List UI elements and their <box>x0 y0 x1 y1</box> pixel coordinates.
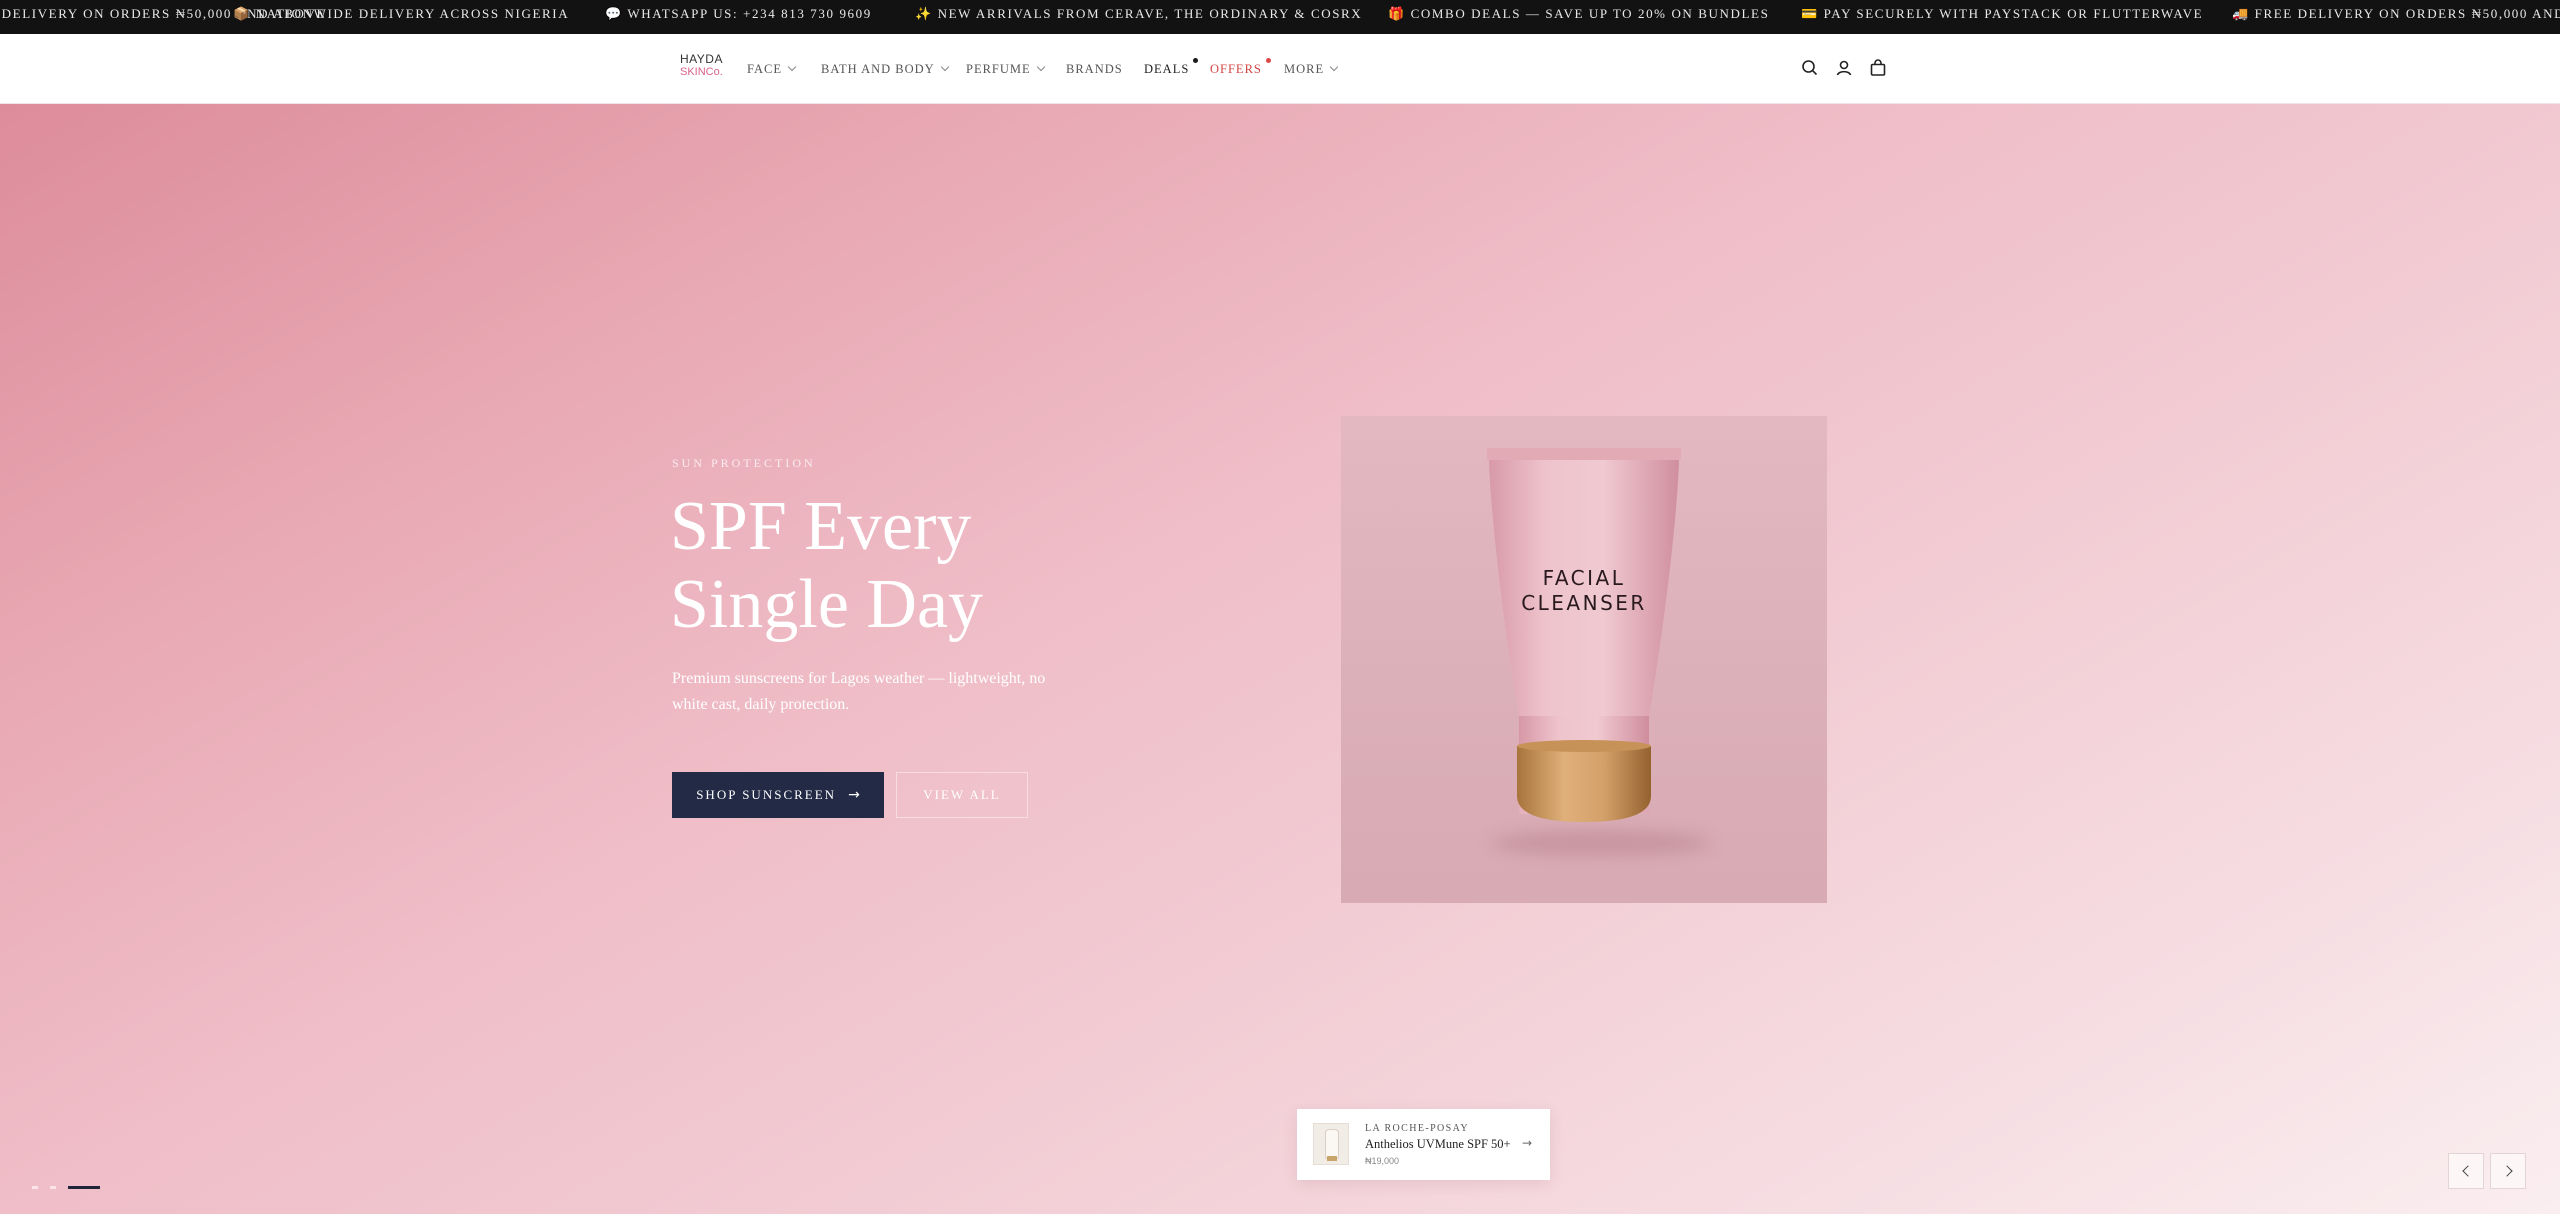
thumbnail-tube <box>1326 1130 1338 1158</box>
shop-sunscreen-label: SHOP SUNSCREEN <box>696 787 837 802</box>
site-header: HAYDA SKINCo. FACE BATH AND BODY PERFUME… <box>0 34 2560 104</box>
product-thumbnail <box>1313 1123 1349 1165</box>
deals-indicator-dot <box>1193 58 1198 63</box>
hero-title: SPF Every Single Day <box>670 488 1190 644</box>
arrow-right-icon: → <box>848 787 860 803</box>
nav-item-label: DEALS <box>1144 62 1190 76</box>
nav-item-deals[interactable]: DEALS <box>1144 58 1198 78</box>
chevron-down-icon <box>787 62 797 72</box>
nav-item-label: BRANDS <box>1066 62 1123 76</box>
nav-item-label: PERFUME <box>966 62 1031 76</box>
nav-item-label: OFFERS <box>1210 62 1262 76</box>
search-icon[interactable] <box>1800 58 1820 78</box>
product-brand: LA ROCHE-POSAY <box>1365 1123 1469 1134</box>
hero-eyebrow: SUN PROTECTION <box>672 456 816 470</box>
carousel-dot[interactable] <box>50 1186 56 1189</box>
carousel-dot-active[interactable] <box>68 1186 100 1189</box>
cleanser-tube-illustration <box>1487 448 1681 822</box>
announcement-item: 🎁 COMBO DEALS — SAVE UP TO 20% ON BUNDLE… <box>1388 6 1770 21</box>
product-label-line-2: CLEANSER <box>1521 591 1647 615</box>
hero-banner: SUN PROTECTION SPF Every Single Day Prem… <box>0 104 2560 1214</box>
cart-icon[interactable] <box>1868 58 1888 78</box>
hero-title-line-1: SPF Every <box>670 488 972 565</box>
nav-item-bath-and-body[interactable]: BATH AND BODY <box>821 60 949 78</box>
view-all-button[interactable]: VIEW ALL <box>896 772 1028 818</box>
nav-item-more[interactable]: MORE <box>1284 60 1339 78</box>
site-logo[interactable]: HAYDA SKINCo. <box>680 53 728 85</box>
nav-item-offers[interactable]: OFFERS <box>1210 58 1271 78</box>
carousel-prev-button[interactable] <box>2448 1153 2484 1189</box>
announcement-item: 💳 PAY SECURELY WITH PAYSTACK OR FLUTTERW… <box>1801 6 2204 21</box>
thumbnail-cap <box>1327 1156 1337 1161</box>
nav-item-label: BATH AND BODY <box>821 62 935 76</box>
arrow-right-icon: → <box>1522 1136 1533 1150</box>
chevron-right-icon <box>2500 1165 2513 1177</box>
announcement-item: 🚚 FREE DELIVERY ON ORDERS ₦50,000 AND AB… <box>2232 6 2560 21</box>
nav-item-face[interactable]: FACE <box>747 60 797 78</box>
announcement-bar: 🚚 FREE DELIVERY ON ORDERS ₦50,000 AND AB… <box>0 0 2560 34</box>
hero-title-line-2: Single Day <box>670 566 984 643</box>
product-label-line-1: FACIAL <box>1542 566 1626 590</box>
featured-product-card[interactable]: LA ROCHE-POSAY Anthelios UVMune SPF 50+ … <box>1297 1109 1550 1180</box>
offers-indicator-dot <box>1266 58 1271 63</box>
product-price: ₦19,000 <box>1365 1156 1400 1166</box>
tube-shadow <box>1491 831 1711 855</box>
chevron-down-icon <box>940 62 949 72</box>
product-label: FACIAL CLEANSER <box>1341 566 1827 616</box>
product-name: Anthelios UVMune SPF 50+ <box>1365 1137 1511 1151</box>
announcement-item: 💬 WHATSAPP US: +234 813 730 9609 <box>605 6 872 21</box>
logo-line-1: HAYDA <box>680 52 723 66</box>
nav-item-label: MORE <box>1284 62 1325 76</box>
chevron-left-icon <box>2461 1165 2474 1177</box>
chevron-down-icon <box>1036 62 1045 72</box>
nav-item-perfume[interactable]: PERFUME <box>966 60 1045 78</box>
logo-line-2: SKINCo. <box>680 66 723 78</box>
account-icon[interactable] <box>1834 58 1854 78</box>
announcement-item: 📦 NATIONWIDE DELIVERY ACROSS NIGERIA <box>233 6 570 21</box>
announcement-item: ✨ NEW ARRIVALS FROM CERAVE, THE ORDINARY… <box>915 6 1363 21</box>
carousel-next-button[interactable] <box>2490 1153 2526 1189</box>
chevron-down-icon <box>1329 62 1339 72</box>
nav-item-brands[interactable]: BRANDS <box>1066 60 1123 78</box>
shop-sunscreen-button[interactable]: SHOP SUNSCREEN → <box>672 772 884 818</box>
nav-item-label: FACE <box>747 62 783 76</box>
carousel-dot[interactable] <box>32 1186 38 1189</box>
hero-product-image: FACIAL CLEANSER <box>1341 416 1827 903</box>
hero-subtitle: Premium sunscreens for Lagos weather — l… <box>672 670 1046 713</box>
